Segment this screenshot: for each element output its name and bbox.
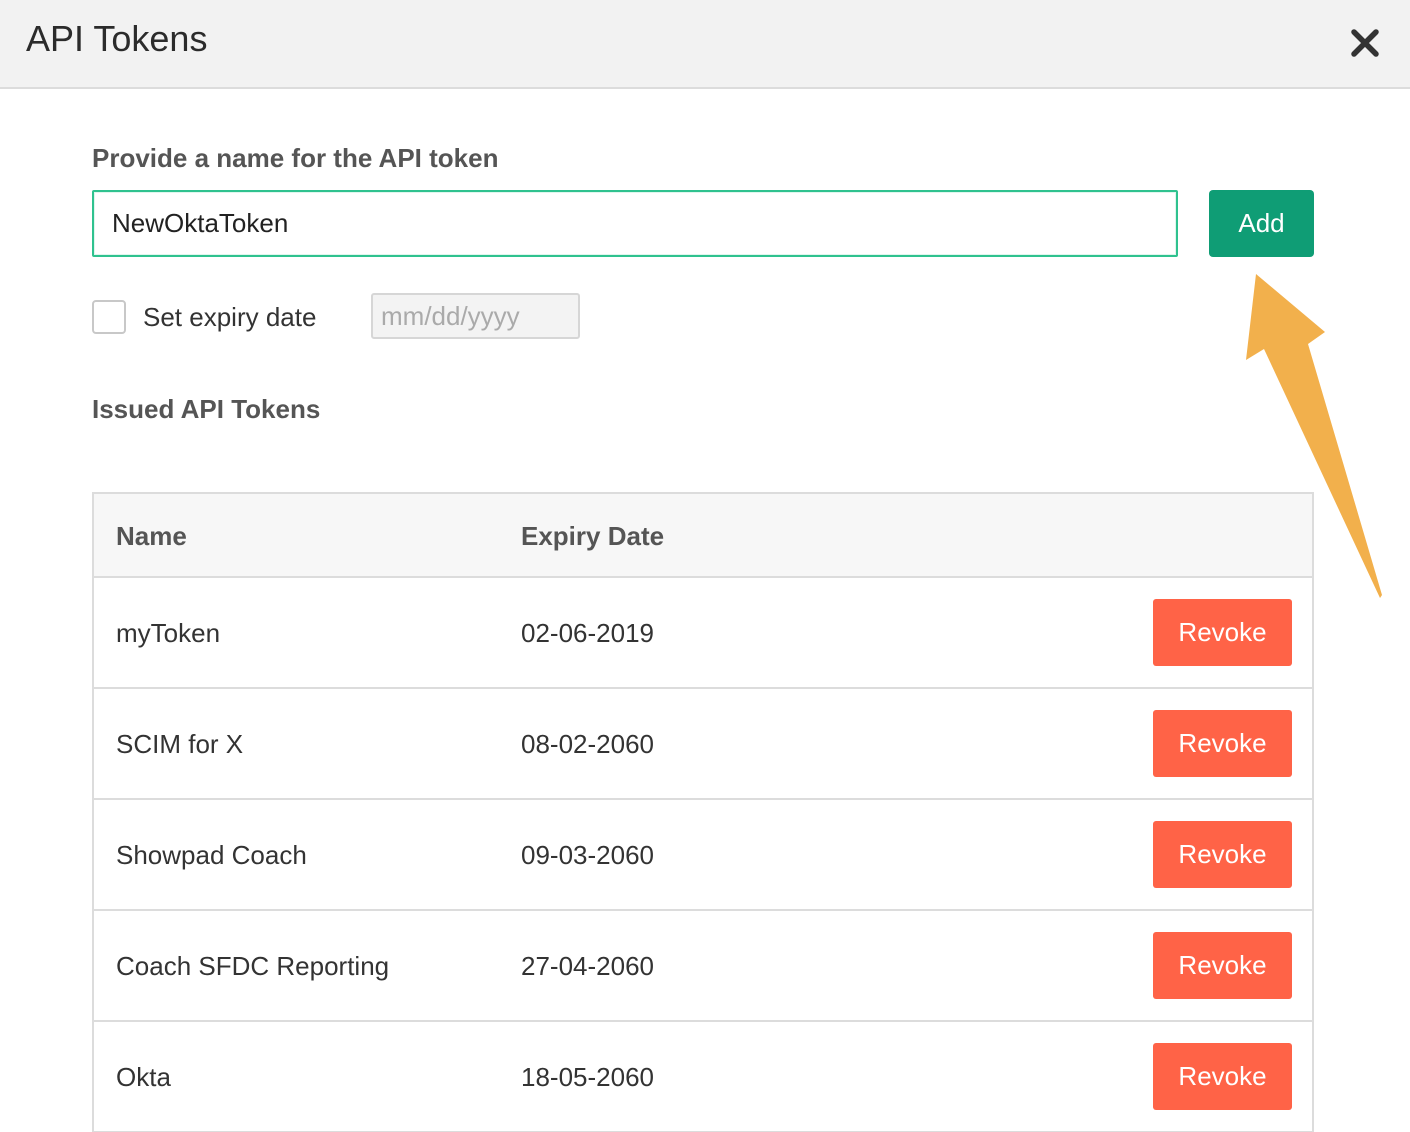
api-tokens-modal: API Tokens Provide a name for the API to… <box>0 0 1410 1132</box>
expiry-checkbox[interactable] <box>92 300 126 334</box>
expiry-date-input[interactable] <box>371 293 580 339</box>
revoke-button[interactable]: Revoke <box>1153 821 1292 888</box>
table-row: myToken 02-06-2019 Revoke <box>94 578 1312 689</box>
column-header-name: Name <box>116 521 187 551</box>
table-row: Okta 18-05-2060 Revoke <box>94 1022 1312 1132</box>
revoke-button[interactable]: Revoke <box>1153 1043 1292 1110</box>
token-expiry: 08-02-2060 <box>521 729 654 759</box>
token-name: Okta <box>116 1062 171 1092</box>
table-row: Showpad Coach 09-03-2060 Revoke <box>94 800 1312 911</box>
table-row: Coach SFDC Reporting 27-04-2060 Revoke <box>94 911 1312 1022</box>
revoke-button[interactable]: Revoke <box>1153 932 1292 999</box>
token-expiry: 27-04-2060 <box>521 951 654 981</box>
table-row: SCIM for X 08-02-2060 Revoke <box>94 689 1312 800</box>
token-name: SCIM for X <box>116 729 244 759</box>
add-button[interactable]: Add <box>1209 190 1314 257</box>
token-expiry: 18-05-2060 <box>521 1062 654 1092</box>
issued-tokens-title: Issued API Tokens <box>92 394 321 424</box>
token-name: Coach SFDC Reporting <box>116 951 390 981</box>
modal-title: API Tokens <box>26 18 208 59</box>
token-name: myToken <box>116 618 221 648</box>
token-name-input[interactable] <box>92 190 1178 257</box>
close-button[interactable] <box>1344 22 1386 64</box>
modal-header: API Tokens <box>0 0 1410 89</box>
expiry-label: Set expiry date <box>143 302 317 332</box>
token-name-label: Provide a name for the API token <box>92 143 499 173</box>
token-expiry: 09-03-2060 <box>521 840 654 870</box>
table-header: Name Expiry Date <box>94 494 1312 578</box>
revoke-button[interactable]: Revoke <box>1153 710 1292 777</box>
column-header-expiry: Expiry Date <box>521 521 665 551</box>
token-name: Showpad Coach <box>116 840 307 870</box>
tokens-table: Name Expiry Date myToken 02-06-2019 Revo… <box>92 492 1314 1132</box>
revoke-button[interactable]: Revoke <box>1153 599 1292 666</box>
token-expiry: 02-06-2019 <box>521 618 654 648</box>
close-icon <box>1351 29 1379 57</box>
